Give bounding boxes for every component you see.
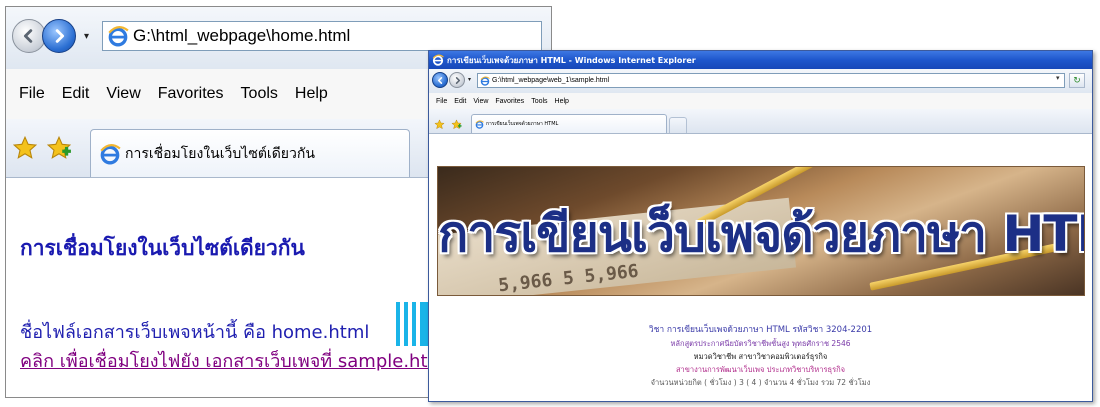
tab-label: การเขียนเว็บเพจด้วยภาษา HTML [486,121,559,127]
menu-favorites[interactable]: Favorites [158,85,224,103]
course-info: วิชา การเขียนเว็บเพจด้วยภาษา HTML รหัสวิ… [429,324,1092,389]
menu-file[interactable]: File [19,85,45,103]
address-dropdown[interactable]: ▾ [1056,74,1066,87]
favorites-star-icon[interactable] [434,115,445,130]
forward-button[interactable] [42,19,76,53]
right-browser-window: การเขียนเว็บเพจด้วยภาษา HTML - Windows I… [428,50,1093,402]
ie-page-icon [478,76,490,86]
navigation-bar: ▾ G:\html_webpage\web_1\sample.html ▾ ↻ [429,69,1092,93]
forward-button[interactable] [449,72,465,88]
menu-edit[interactable]: Edit [454,98,466,105]
recent-pages-dropdown[interactable]: ▾ [84,31,89,42]
title-bar: การเขียนเว็บเพจด้วยภาษา HTML - Windows I… [429,51,1092,69]
add-favorites-icon[interactable] [451,115,462,130]
ie-page-icon [103,25,129,47]
menu-tools[interactable]: Tools [241,85,278,103]
window-title: การเขียนเว็บเพจด้วยภาษา HTML - Windows I… [447,55,696,65]
course-line: สาขางานการพัฒนาเว็บเพจ ประเภทวิชาบริหารธ… [675,365,846,374]
sample-page-link[interactable]: คลิก เพื่อเชื่อมโยงไฟยัง เอกสารเว็บเพจที… [20,346,450,375]
favorites-bar: การเขียนเว็บเพจด้วยภาษา HTML [429,109,1092,134]
ie-page-icon [429,54,444,66]
tab-current[interactable]: การเขียนเว็บเพจด้วยภาษา HTML [471,114,667,133]
menu-view[interactable]: View [473,98,488,105]
refresh-button[interactable]: ↻ [1069,73,1085,88]
ie-page-icon [472,119,484,129]
back-arrow-icon [437,76,442,84]
tab-label: การเชื่อมโยงในเว็บไซต์เดียวกัน [125,145,315,162]
menu-favorites[interactable]: Favorites [495,98,524,105]
address-text[interactable]: G:\html_webpage\home.html [133,26,350,46]
menu-file[interactable]: File [436,98,447,105]
forward-arrow-icon [455,76,460,84]
course-line: หมวดวิชาชีพ สาขาวิชาคอมพิวเตอร์ธุรกิจ [693,352,828,361]
add-favorites-icon[interactable] [46,135,72,161]
menu-bar: File Edit View Favorites Tools Help [429,93,1092,110]
back-button[interactable] [432,72,448,88]
menu-help[interactable]: Help [295,85,328,103]
page-content: 5,966 5 5,966 การเขียนเว็บเพจด้วยภาษา HT… [429,134,1092,401]
course-line: วิชา การเขียนเว็บเพจด้วยภาษา HTML รหัสวิ… [648,325,873,335]
recent-pages-dropdown[interactable]: ▾ [468,76,471,83]
back-arrow-icon [23,29,33,43]
forward-arrow-icon [55,29,65,43]
menu-help[interactable]: Help [555,98,569,105]
menu-view[interactable]: View [106,85,140,103]
tab-current[interactable]: การเชื่อมโยงในเว็บไซต์เดียวกัน [90,129,410,177]
address-bar[interactable]: G:\html_webpage\web_1\sample.html ▾ [477,73,1065,88]
menu-edit[interactable]: Edit [62,85,90,103]
address-bar[interactable]: G:\html_webpage\home.html [102,21,542,51]
course-line: จำนวนหน่วยกิต ( ชั่วโมง ) 3 ( 4 ) จำนวน … [650,378,871,387]
menu-tools[interactable]: Tools [531,98,547,105]
banner-image: 5,966 5 5,966 การเขียนเว็บเพจด้วยภาษา HT… [437,166,1085,296]
course-line: หลักสูตรประกาศนียบัตรวิชาชีพชั้นสูง พุทธ… [670,339,851,348]
favorites-star-icon[interactable] [12,135,38,161]
page-heading: การเชื่อมโยงในเว็บไซต์เดียวกัน [20,236,305,260]
filename-text: ชื่อไฟล์เอกสารเว็บเพจหน้านี้ คือ home.ht… [20,322,370,343]
back-button[interactable] [12,19,46,53]
banner-title: การเขียนเว็บเพจด้วยภาษา HTML [438,205,1085,263]
ie-page-icon [91,143,121,165]
new-tab-button[interactable] [669,117,687,133]
address-text[interactable]: G:\html_webpage\web_1\sample.html [492,77,609,84]
